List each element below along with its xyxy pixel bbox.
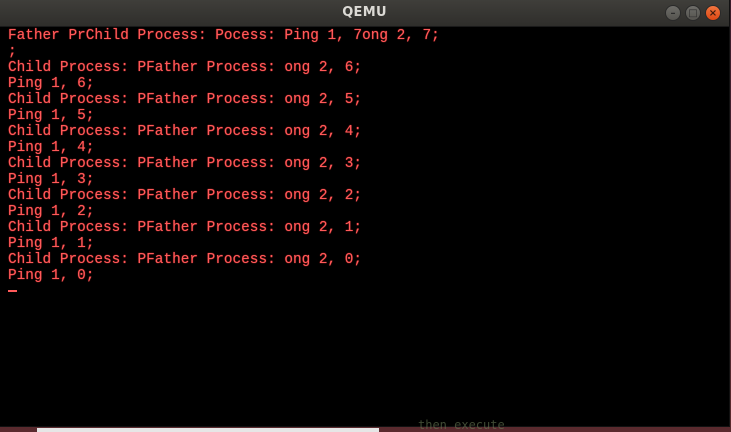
- console-line: Ping 1, 5;: [8, 108, 95, 124]
- console-line: Child Process: PFather Process: ong 2, 1…: [8, 220, 363, 236]
- qemu-window: QEMU – □ × Father PrChild Process: Poces…: [0, 0, 729, 426]
- text-cursor: [8, 290, 17, 292]
- desktop: QEMU – □ × Father PrChild Process: Poces…: [0, 0, 731, 432]
- maximize-icon: □: [688, 7, 698, 19]
- background-text-fragment: then execute: [418, 418, 505, 432]
- console-line: Ping 1, 4;: [8, 140, 95, 156]
- console-line: Ping 1, 1;: [8, 236, 95, 252]
- console-line: ;: [8, 44, 17, 60]
- background-window-strip: [37, 428, 379, 432]
- console-line: Ping 1, 6;: [8, 76, 95, 92]
- console-line: Child Process: PFather Process: ong 2, 2…: [8, 188, 363, 204]
- console-line: Child Process: PFather Process: ong 2, 5…: [8, 92, 363, 108]
- title-bar[interactable]: QEMU – □ ×: [0, 0, 729, 27]
- window-controls: – □ ×: [665, 5, 721, 21]
- console-line: Child Process: PFather Process: ong 2, 0…: [8, 252, 363, 268]
- window-title: QEMU: [342, 5, 387, 20]
- console-line: Child Process: PFather Process: ong 2, 4…: [8, 124, 363, 140]
- close-icon: ×: [708, 7, 718, 19]
- close-button[interactable]: ×: [705, 5, 721, 21]
- console-line: Ping 1, 3;: [8, 172, 95, 188]
- console-line: Father PrChild Process: Pocess: Ping 1, …: [8, 28, 440, 44]
- minimize-button[interactable]: –: [665, 5, 681, 21]
- maximize-button[interactable]: □: [685, 5, 701, 21]
- minimize-icon: –: [670, 7, 676, 19]
- console-line: Child Process: PFather Process: ong 2, 3…: [8, 156, 363, 172]
- vm-console-screen[interactable]: Father PrChild Process: Pocess: Ping 1, …: [0, 27, 729, 426]
- console-line: Child Process: PFather Process: ong 2, 6…: [8, 60, 363, 76]
- console-line: Ping 1, 2;: [8, 204, 95, 220]
- console-line: Ping 1, 0;: [8, 268, 95, 284]
